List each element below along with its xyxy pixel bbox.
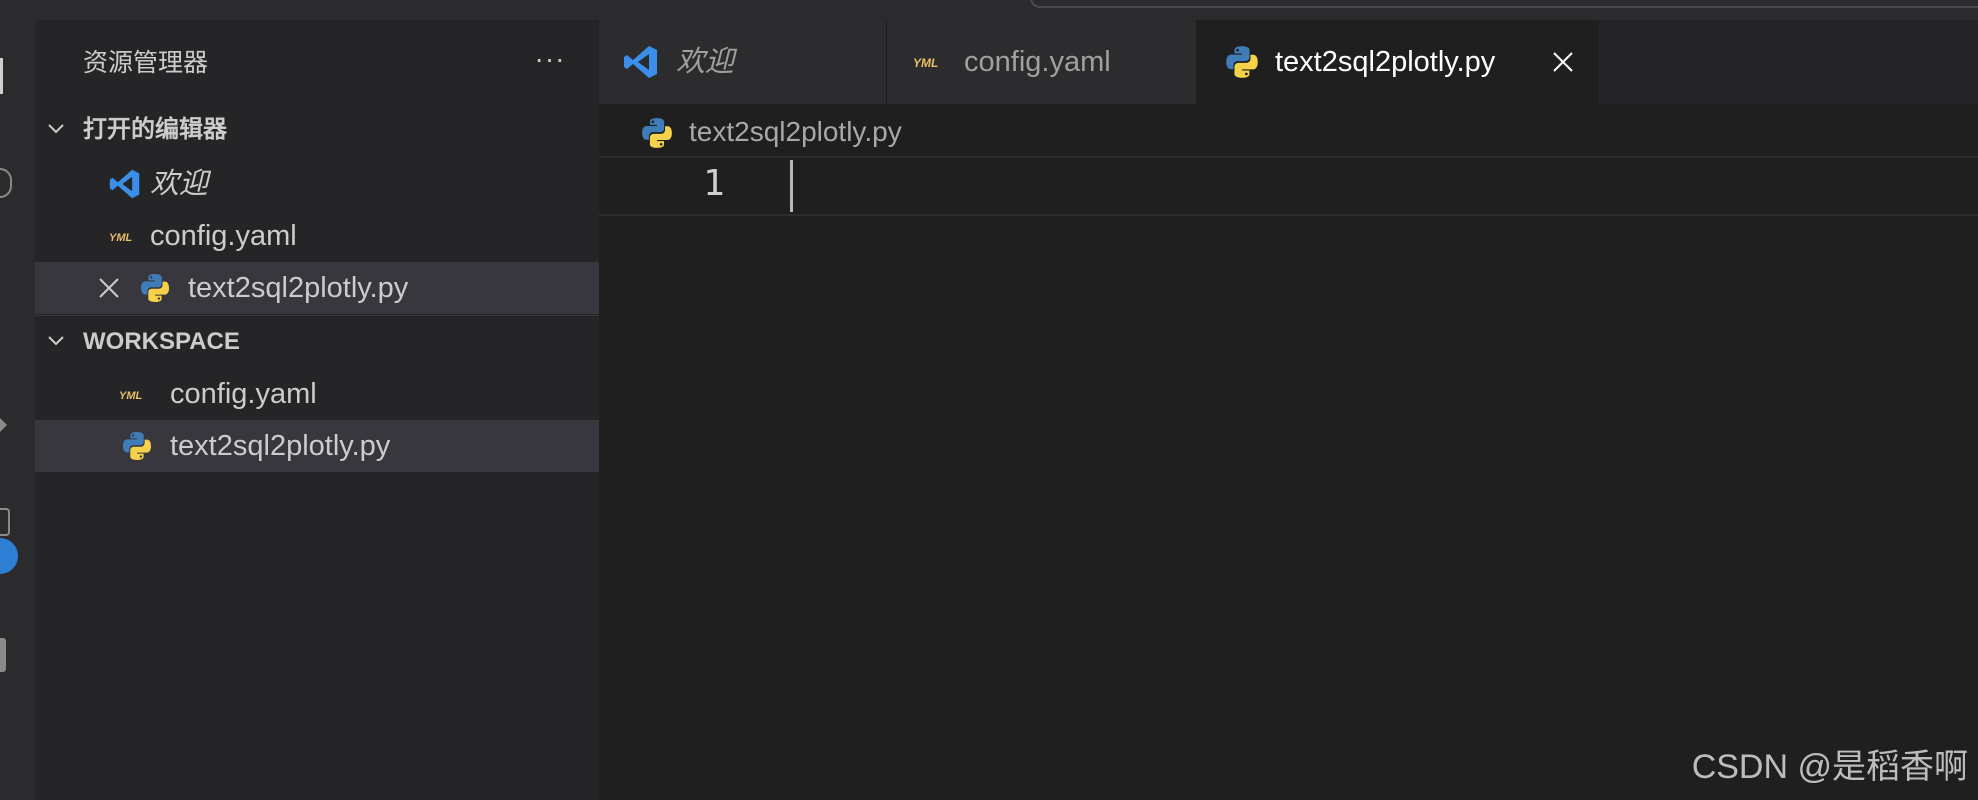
editor-area[interactable]: text2sql2plotly.py 1 CSDN @是稻香啊	[599, 104, 1978, 800]
tab-label: config.yaml	[964, 46, 1111, 78]
extensions-icon[interactable]	[0, 508, 10, 536]
vscode-icon	[624, 46, 657, 78]
chevron-down-icon	[48, 336, 64, 346]
open-editor-item-config[interactable]: YML config.yaml	[35, 210, 599, 262]
tab-label: 欢迎	[676, 46, 735, 78]
workspace-file-label: text2sql2plotly.py	[170, 430, 391, 462]
section-divider	[35, 315, 599, 316]
open-editor-label: config.yaml	[150, 220, 297, 252]
python-icon	[1226, 46, 1258, 78]
run-debug-icon[interactable]	[0, 418, 7, 432]
open-editor-item-text2sql[interactable]: text2sql2plotly.py	[35, 262, 599, 314]
notification-badge[interactable]	[0, 538, 18, 574]
text-cursor	[790, 160, 793, 212]
close-icon[interactable]	[1551, 50, 1575, 74]
tab-text2sql2plotly[interactable]: text2sql2plotly.py	[1197, 20, 1599, 104]
tab-config-yaml[interactable]: YML config.yaml	[887, 20, 1197, 104]
current-line-highlight	[599, 156, 1978, 216]
open-editor-label: text2sql2plotly.py	[188, 272, 409, 304]
yaml-icon: YML	[913, 56, 938, 70]
workspace-file-config[interactable]: YML config.yaml	[35, 368, 599, 420]
svg-text:YML: YML	[913, 56, 938, 70]
python-icon	[141, 274, 169, 302]
svg-text:YML: YML	[119, 390, 143, 402]
workspace-file-label: config.yaml	[170, 378, 317, 410]
explorer-indicator[interactable]	[0, 58, 3, 94]
search-icon[interactable]	[0, 168, 12, 198]
open-editor-label: 欢迎	[150, 168, 209, 200]
workspace-section-header[interactable]: WORKSPACE	[35, 320, 599, 364]
activity-bar	[0, 20, 35, 800]
watermark: CSDN @是稻香啊	[1691, 748, 1968, 786]
workspace-label: WORKSPACE	[83, 328, 240, 355]
open-editor-item-welcome[interactable]: 欢迎	[35, 158, 599, 210]
breadcrumb-file-label: text2sql2plotly.py	[689, 116, 902, 147]
close-icon[interactable]	[97, 276, 121, 300]
workspace-file-text2sql[interactable]: text2sql2plotly.py	[35, 420, 599, 472]
title-bar	[0, 0, 1978, 20]
vscode-icon	[109, 169, 140, 199]
yaml-icon: YML	[119, 390, 143, 402]
python-icon	[642, 118, 672, 148]
explorer-sidebar: 资源管理器 ··· 打开的编辑器 欢迎 YML config.yaml text…	[35, 20, 599, 800]
tab-label: text2sql2plotly.py	[1275, 46, 1496, 78]
open-editors-label: 打开的编辑器	[83, 116, 227, 143]
open-editors-section-header[interactable]: 打开的编辑器	[35, 108, 599, 152]
explorer-title: 资源管理器	[83, 49, 209, 77]
remote-icon[interactable]	[0, 638, 6, 672]
chevron-down-icon	[48, 124, 64, 134]
tab-welcome[interactable]: 欢迎	[599, 20, 887, 104]
python-icon	[123, 432, 151, 460]
editor-tab-bar: 欢迎 YML config.yaml text2sql2plotly.py	[599, 20, 1978, 104]
vscode-window: 资源管理器 ··· 打开的编辑器 欢迎 YML config.yaml text…	[0, 0, 1978, 800]
more-actions-button[interactable]: ···	[525, 44, 575, 78]
line-number: 1	[703, 163, 725, 204]
command-center[interactable]	[1030, 0, 1978, 8]
svg-text:YML: YML	[109, 232, 133, 244]
yaml-icon: YML	[109, 232, 133, 244]
